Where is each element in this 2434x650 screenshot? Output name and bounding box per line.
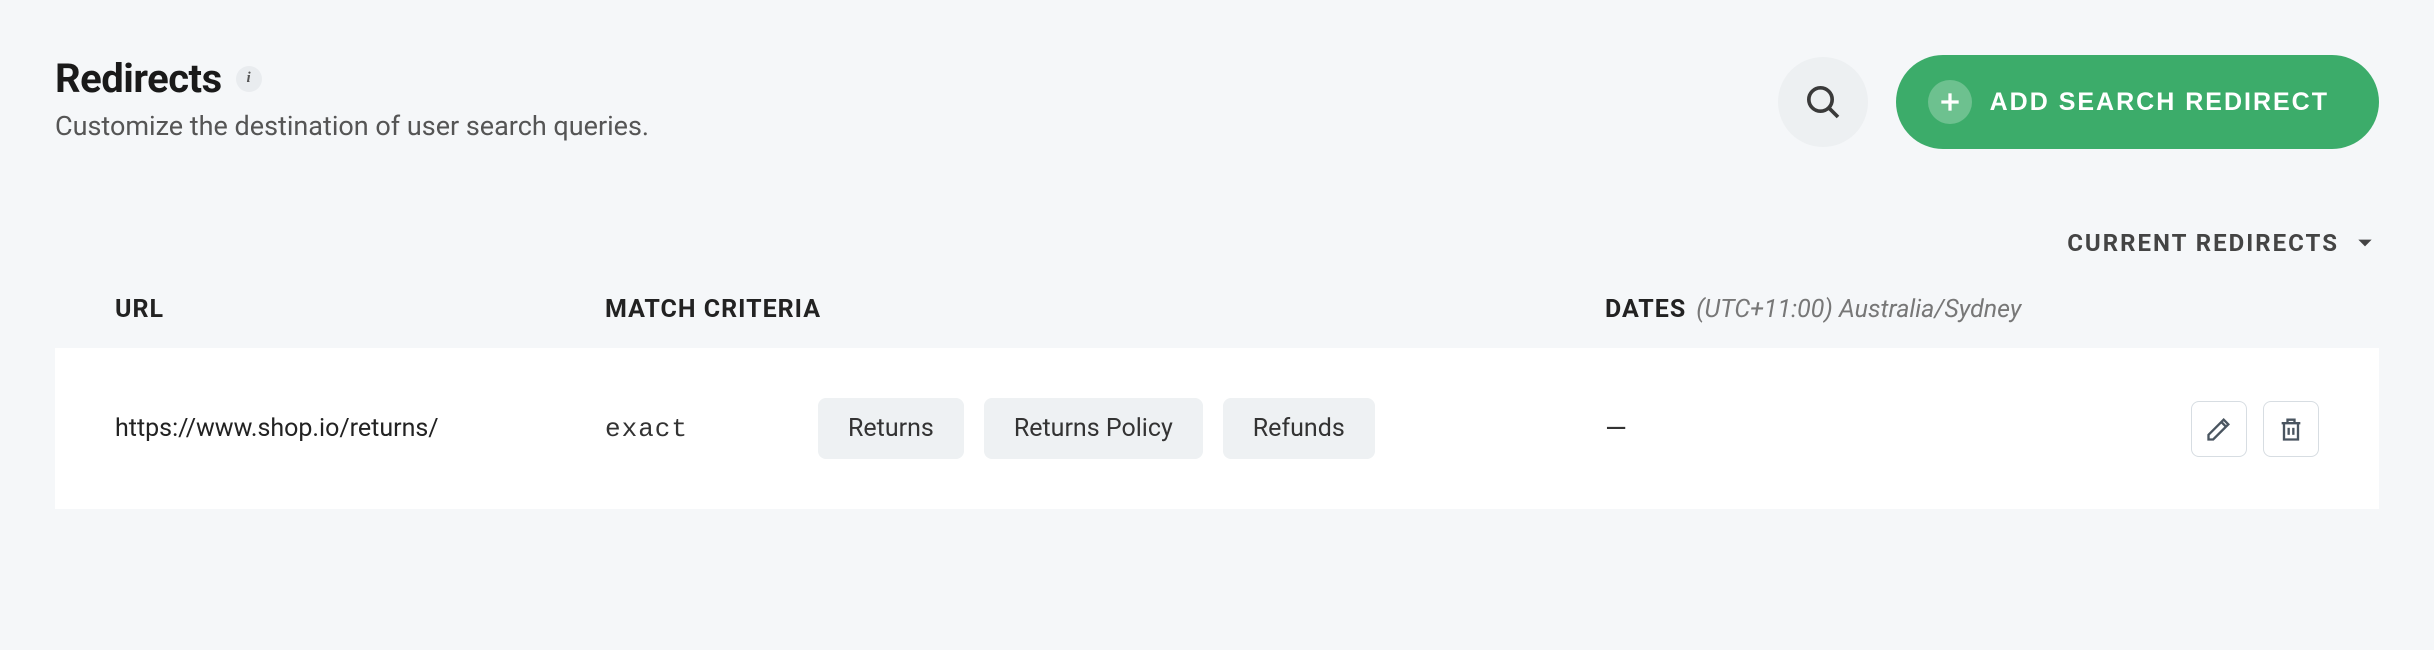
- trash-icon: [2277, 415, 2305, 443]
- delete-button[interactable]: [2263, 401, 2319, 457]
- column-header-url: URL: [115, 295, 605, 324]
- plus-icon: [1928, 80, 1972, 124]
- match-term-chip: Refunds: [1223, 398, 1375, 459]
- cell-url: https://www.shop.io/returns/: [115, 414, 605, 443]
- page-title: Redirects: [55, 55, 222, 102]
- caret-down-icon: [2355, 233, 2375, 253]
- cell-dates: —: [1605, 412, 2191, 445]
- title-block: Redirects i Customize the destination of…: [55, 55, 649, 142]
- match-term-chip: Returns Policy: [984, 398, 1203, 459]
- page-subtitle: Customize the destination of user search…: [55, 110, 649, 142]
- filter-dropdown[interactable]: CURRENT REDIRECTS: [2067, 229, 2375, 257]
- edit-button[interactable]: [2191, 401, 2247, 457]
- pencil-icon: [2205, 415, 2233, 443]
- info-icon[interactable]: i: [236, 66, 262, 92]
- column-header-match: MATCH CRITERIA: [605, 295, 1605, 324]
- search-button[interactable]: [1778, 57, 1868, 147]
- match-term-chip: Returns: [818, 398, 964, 459]
- add-search-redirect-button[interactable]: ADD SEARCH REDIRECT: [1896, 55, 2379, 149]
- table-row: https://www.shop.io/returns/ exact Retur…: [55, 348, 2379, 509]
- search-icon: [1803, 82, 1843, 122]
- cell-match: exact Returns Returns Policy Refunds: [605, 398, 1605, 459]
- dates-label: DATES: [1605, 295, 1686, 324]
- match-type: exact: [605, 414, 688, 444]
- table-header-row: URL MATCH CRITERIA DATES (UTC+11:00) Aus…: [55, 263, 2379, 348]
- filter-label: CURRENT REDIRECTS: [2067, 229, 2339, 257]
- timezone-label: (UTC+11:00) Australia/Sydney: [1696, 295, 2021, 324]
- column-header-dates: DATES (UTC+11:00) Australia/Sydney: [1605, 295, 2319, 324]
- add-button-label: ADD SEARCH REDIRECT: [1990, 88, 2329, 117]
